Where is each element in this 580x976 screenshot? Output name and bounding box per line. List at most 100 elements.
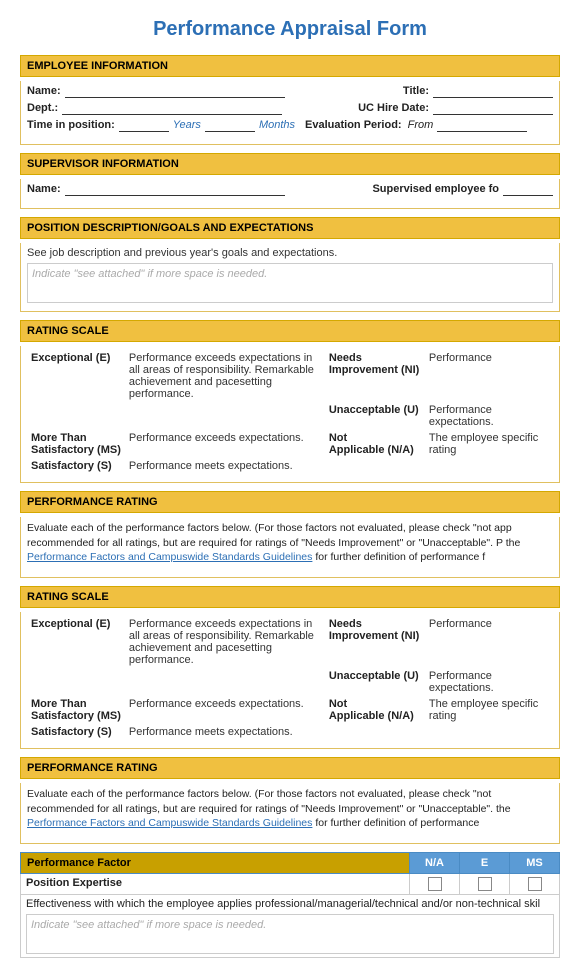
na-desc-1: The employee specific rating	[425, 430, 553, 458]
s-label-1: Satisfactory (S)	[27, 458, 125, 474]
na-label-2: NotApplicable (N/A)	[325, 696, 425, 724]
supervisor-info-header: SUPERVISOR INFORMATION	[20, 153, 560, 175]
rating-scale-section-2: RATING SCALE Exceptional (E) Performance…	[20, 586, 560, 749]
performance-rating-section-1: PERFORMANCE RATING Evaluate each of the …	[20, 491, 560, 578]
rating-row-exceptional-1: Exceptional (E) Performance exceeds expe…	[27, 350, 553, 402]
exceptional-desc-2: Performance exceeds expectations in all …	[125, 616, 325, 668]
rating-scale-content-1: Exceptional (E) Performance exceeds expe…	[20, 346, 560, 483]
performance-rating-header-1: PERFORMANCE RATING	[20, 491, 560, 513]
supervisor-name-label: Name:	[27, 183, 61, 195]
position-expertise-name: Position Expertise	[26, 877, 122, 889]
na-checkbox[interactable]	[428, 877, 442, 891]
rating-row-s-2: Satisfactory (S) Performance meets expec…	[27, 724, 553, 740]
col-e-header: E	[460, 853, 510, 874]
perf-factor-table: Performance Factor N/A E MS Position Exp…	[20, 852, 560, 958]
needs-improve-label-2: NeedsImprovement (NI)	[325, 616, 425, 668]
months-label: Months	[259, 119, 295, 131]
rating-row-unacceptable-1: Unacceptable (U) Performance expectation…	[27, 402, 553, 430]
position-desc-header: POSITION DESCRIPTION/GOALS AND EXPECTATI…	[20, 217, 560, 239]
rating-scale-table-2: Exceptional (E) Performance exceeds expe…	[27, 616, 553, 740]
s-desc-1: Performance meets expectations.	[125, 458, 325, 474]
exceptional-label-1: Exceptional (E)	[27, 350, 125, 402]
position-desc-textarea[interactable]: Indicate "see attached" if more space is…	[27, 263, 553, 303]
supervisor-info-section: SUPERVISOR INFORMATION Name: Supervised …	[20, 153, 560, 209]
years-label: Years	[173, 119, 201, 131]
months-field[interactable]	[205, 119, 255, 132]
ms-desc-2: Performance exceeds expectations.	[125, 696, 325, 724]
unacceptable-label-1: Unacceptable (U)	[325, 402, 425, 430]
ms-desc-1: Performance exceeds expectations.	[125, 430, 325, 458]
position-expertise-desc: Effectiveness with which the employee ap…	[26, 898, 554, 910]
rating-row-exceptional-2: Exceptional (E) Performance exceeds expe…	[27, 616, 553, 668]
performance-rating-content-2: Evaluate each of the performance factors…	[20, 783, 560, 844]
perf-text-before-link-1: Evaluate each of the performance factors…	[27, 522, 520, 549]
position-expertise-e-check[interactable]	[460, 874, 510, 895]
position-expertise-textarea[interactable]: Indicate "see attached" if more space is…	[26, 914, 554, 954]
col-ms-header: MS	[510, 853, 560, 874]
ms-label-1: More ThanSatisfactory (MS)	[27, 430, 125, 458]
col-factor-header: Performance Factor	[21, 853, 410, 874]
unacceptable-label-2: Unacceptable (U)	[325, 668, 425, 696]
page-title: Performance Appraisal Form	[20, 18, 560, 41]
perf-text-after-link-2: for further definition of performance	[312, 817, 479, 829]
position-expertise-row: Position Expertise	[21, 874, 560, 895]
name-title-row: Name: Title:	[27, 85, 553, 98]
e-checkbox[interactable]	[478, 877, 492, 891]
unacceptable-desc-1: Performance expectations.	[425, 402, 553, 430]
eval-from-field[interactable]	[437, 119, 527, 132]
title-field[interactable]	[433, 85, 553, 98]
perf-table-header-row: Performance Factor N/A E MS	[21, 853, 560, 874]
from-label: From	[408, 119, 434, 131]
uc-hire-field[interactable]	[433, 102, 553, 115]
supervisor-info-content: Name: Supervised employee fo	[20, 179, 560, 209]
exceptional-desc-1: Performance exceeds expectations in all …	[125, 350, 325, 402]
position-expertise-desc-cell: Effectiveness with which the employee ap…	[21, 895, 560, 958]
name-field[interactable]	[65, 85, 285, 98]
rating-scale-header-1: RATING SCALE	[20, 320, 560, 342]
position-expertise-ms-check[interactable]	[510, 874, 560, 895]
exceptional-label-2: Exceptional (E)	[27, 616, 125, 668]
perf-link-1[interactable]: Performance Factors and Campuswide Stand…	[27, 551, 312, 563]
rating-row-ms-2: More ThanSatisfactory (MS) Performance e…	[27, 696, 553, 724]
time-position-row: Time in position: Years Months Evaluatio…	[27, 119, 553, 132]
performance-rating-text-1: Evaluate each of the performance factors…	[27, 521, 553, 565]
position-desc-text: See job description and previous year's …	[27, 247, 553, 259]
employee-info-section: EMPLOYEE INFORMATION Name: Title: Dept.:…	[20, 55, 560, 145]
rating-scale-header-2: RATING SCALE	[20, 586, 560, 608]
supervisor-name-row: Name: Supervised employee fo	[27, 183, 553, 196]
years-field[interactable]	[119, 119, 169, 132]
position-expertise-label: Position Expertise	[21, 874, 410, 895]
perf-factor-table-section: Performance Factor N/A E MS Position Exp…	[20, 852, 560, 958]
perf-text-before-link-2: Evaluate each of the performance factors…	[27, 788, 511, 815]
position-desc-placeholder: Indicate "see attached" if more space is…	[32, 268, 267, 280]
position-desc-content: See job description and previous year's …	[20, 243, 560, 312]
position-expertise-placeholder: Indicate "see attached" if more space is…	[31, 919, 266, 931]
position-expertise-desc-row: Effectiveness with which the employee ap…	[21, 895, 560, 958]
rating-row-s-1: Satisfactory (S) Performance meets expec…	[27, 458, 553, 474]
performance-rating-section-2: PERFORMANCE RATING Evaluate each of the …	[20, 757, 560, 844]
col-na-header: N/A	[410, 853, 460, 874]
employee-info-header: EMPLOYEE INFORMATION	[20, 55, 560, 77]
rating-row-unacceptable-2: Unacceptable (U) Performance expectation…	[27, 668, 553, 696]
ms-checkbox[interactable]	[528, 877, 542, 891]
ms-label-2: More ThanSatisfactory (MS)	[27, 696, 125, 724]
dept-hire-row: Dept.: UC Hire Date:	[27, 102, 553, 115]
uc-hire-label: UC Hire Date:	[358, 102, 429, 114]
supervised-field[interactable]	[503, 183, 553, 196]
na-label-1: NotApplicable (N/A)	[325, 430, 425, 458]
perf-text-after-link-1: for further definition of performance f	[312, 551, 485, 563]
supervised-label: Supervised employee fo	[372, 183, 499, 195]
perf-link-2[interactable]: Performance Factors and Campuswide Stand…	[27, 817, 312, 829]
rating-scale-section-1: RATING SCALE Exceptional (E) Performance…	[20, 320, 560, 483]
dept-field[interactable]	[62, 102, 282, 115]
needs-improve-desc-2: Performance	[425, 616, 553, 668]
performance-rating-content-1: Evaluate each of the performance factors…	[20, 517, 560, 578]
needs-improve-desc-1: Performance	[425, 350, 553, 402]
position-desc-section: POSITION DESCRIPTION/GOALS AND EXPECTATI…	[20, 217, 560, 312]
na-desc-2: The employee specific rating	[425, 696, 553, 724]
performance-rating-text-2: Evaluate each of the performance factors…	[27, 787, 553, 831]
position-expertise-na-check[interactable]	[410, 874, 460, 895]
rating-row-ms-1: More ThanSatisfactory (MS) Performance e…	[27, 430, 553, 458]
supervisor-name-field[interactable]	[65, 183, 285, 196]
rating-scale-content-2: Exceptional (E) Performance exceeds expe…	[20, 612, 560, 749]
